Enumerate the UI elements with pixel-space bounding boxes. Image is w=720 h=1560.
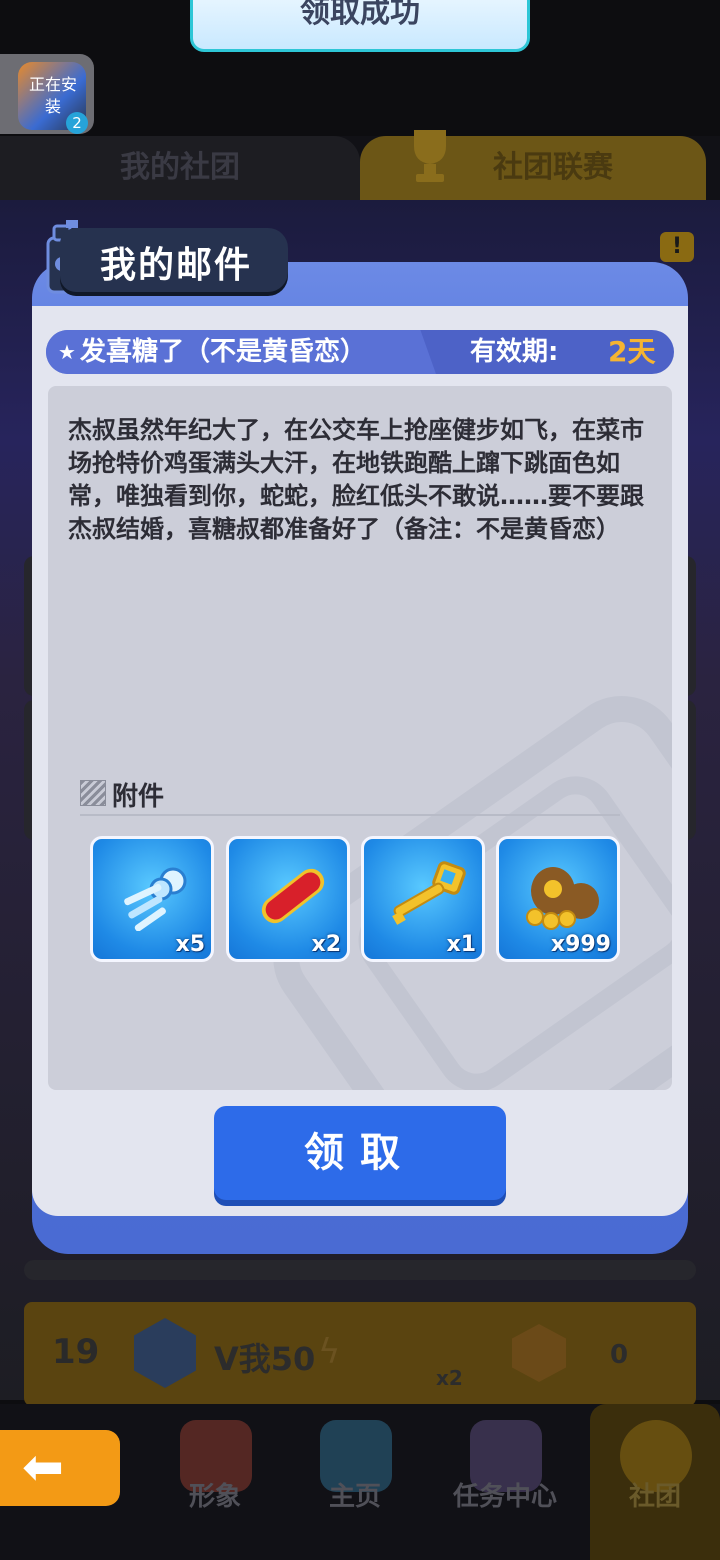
mail-body-text: 杰叔虽然年纪大了，在公交车上抢座健步如飞，在菜市场抢特价鸡蛋满头大汗，在地铁跑酷… [68, 416, 644, 543]
nav-item-character[interactable]: 形象 [150, 1404, 280, 1560]
attachment-divider [80, 814, 620, 816]
claim-button[interactable]: 领取 [214, 1106, 506, 1200]
rank-number: 19 [52, 1332, 100, 1372]
nav-label-character: 形象 [188, 1482, 241, 1512]
mail-subject: 发喜糖了（不是黄昏恋） [80, 337, 367, 367]
item-count: x999 [550, 932, 611, 957]
nav-label-club: 社团 [628, 1482, 681, 1512]
install-count-badge: 2 [66, 112, 88, 134]
golden-key-icon [392, 861, 466, 925]
nav-label-home: 主页 [328, 1482, 381, 1512]
success-toast: 领取成功 [190, 0, 530, 52]
warning-icon[interactable]: ! [660, 232, 694, 262]
coin-bags-icon [526, 867, 599, 930]
attachment-item-coins[interactable]: x999 [496, 836, 620, 962]
key-count: x2 [436, 1366, 463, 1390]
attachment-item-hoverboard[interactable]: x2 [226, 836, 350, 962]
nav-item-tasks[interactable]: 任务中心 [440, 1404, 570, 1560]
tab-club-league-label: 社团联赛 [493, 150, 613, 185]
validity-label: 有效期: [470, 337, 559, 367]
attachment-icon [80, 780, 106, 806]
trophy-icon [414, 130, 446, 182]
back-arrow-icon: ⬅ [22, 1438, 64, 1496]
mail-title-tag: 我的邮件 [60, 228, 288, 292]
club-name: V我50 [214, 1340, 316, 1378]
tab-club-league[interactable]: 社团联赛 [360, 130, 706, 200]
toast-text: 领取成功 [300, 0, 420, 30]
mail-subject-bar: ★ 发喜糖了（不是黄昏恋） 有效期: 2天 [46, 330, 674, 374]
attachment-item-keys[interactable]: x5 [90, 836, 214, 962]
item-count: x1 [446, 932, 477, 957]
club-score: 0 [610, 1340, 629, 1370]
star-icon: ★ [58, 340, 76, 364]
keys-icon [124, 867, 187, 931]
attachment-item-golden-key[interactable]: x1 [361, 836, 485, 962]
attachment-label: 附件 [112, 782, 165, 812]
my-rank-bar [24, 1302, 696, 1406]
validity-value: 2天 [608, 335, 656, 368]
bg-card [24, 1260, 696, 1280]
installing-app-badge[interactable]: 正在安装 2 [0, 54, 94, 134]
nav-label-tasks: 任务中心 [452, 1482, 557, 1512]
item-count: x5 [175, 932, 206, 957]
nav-item-home[interactable]: 主页 [290, 1404, 420, 1560]
back-button[interactable]: ⬅ [0, 1430, 120, 1506]
mail-title: 我的邮件 [100, 245, 253, 286]
club-tabbar: 我的社团 社团联赛 [0, 130, 720, 200]
lightning-icon: ϟ [318, 1332, 341, 1372]
item-count: x2 [311, 932, 342, 957]
nav-item-club[interactable]: 社团 [590, 1404, 720, 1560]
hoverboard-icon [261, 868, 325, 924]
tab-my-club[interactable]: 我的社团 [0, 136, 360, 200]
